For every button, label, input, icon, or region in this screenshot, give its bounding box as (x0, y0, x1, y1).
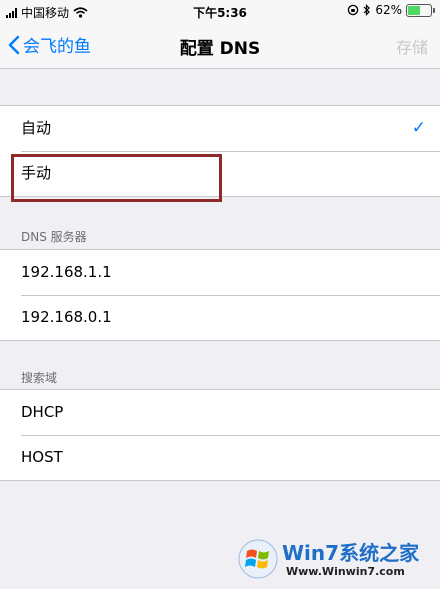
search-domain-header: 搜索域 (21, 371, 58, 385)
dns-server-value: 192.168.0.1 (21, 308, 112, 326)
dns-server-row[interactable]: 192.168.1.1 (0, 250, 440, 295)
rotation-lock-icon (348, 4, 359, 16)
dns-server-group: 192.168.1.1 192.168.0.1 (0, 249, 440, 341)
bluetooth-icon (363, 4, 371, 16)
navigation-bar: 会飞的鱼 配置 DNS 存储 (0, 22, 440, 69)
page-title: 配置 DNS (179, 39, 261, 59)
battery-cap (433, 7, 435, 13)
watermark: Win7系统之家 Www.Winwin7.com (238, 535, 434, 585)
status-bar: 中国移动 下午5:36 62% (0, 0, 440, 22)
battery-fill (408, 5, 420, 15)
dns-server-row[interactable]: 192.168.0.1 (0, 295, 440, 340)
save-button[interactable]: 存储 (396, 34, 428, 58)
search-domain-row[interactable]: DHCP (0, 390, 440, 435)
search-domain-row[interactable]: HOST (0, 435, 440, 480)
search-domain-value: HOST (21, 448, 63, 466)
windows-logo-icon (238, 539, 278, 579)
checkmark-icon: ✓ (411, 118, 426, 138)
battery-icon (406, 3, 435, 17)
dns-server-value: 192.168.1.1 (21, 263, 112, 281)
dns-section-header: DNS 服务器 (21, 230, 87, 244)
status-right: 62% (347, 3, 435, 17)
highlight-box (11, 154, 222, 202)
battery-percent: 62% (375, 3, 402, 17)
watermark-url: Www.Winwin7.com (286, 565, 405, 578)
search-domain-value: DHCP (21, 403, 64, 421)
mode-option-label: 自动 (21, 119, 52, 137)
search-domain-group: DHCP HOST (0, 389, 440, 481)
watermark-name: Win7系统之家 (282, 541, 420, 565)
mode-option-auto[interactable]: 自动 ✓ (0, 106, 440, 151)
